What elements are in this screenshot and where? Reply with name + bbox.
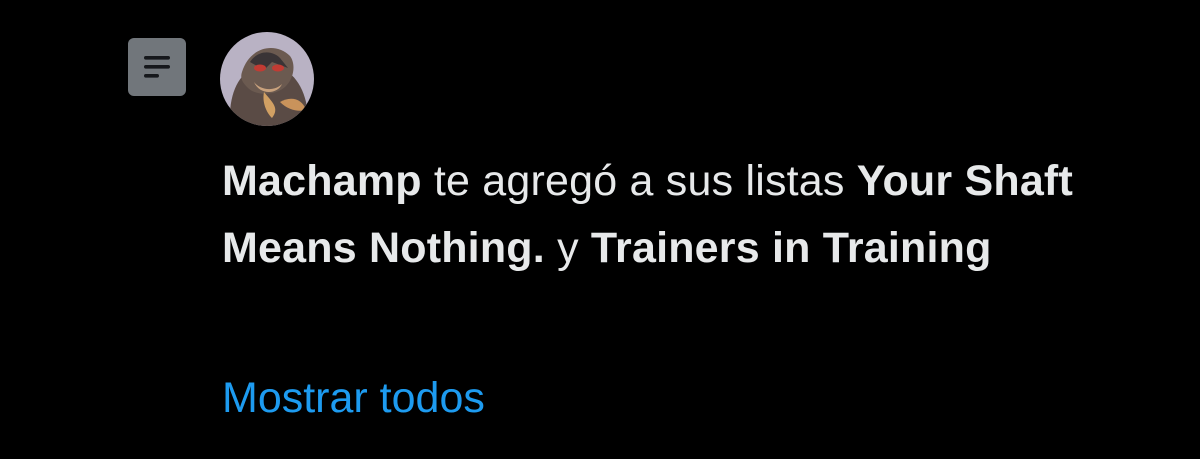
conjunction-text: y	[544, 224, 591, 272]
show-all-link[interactable]: Mostrar todos	[222, 365, 485, 432]
list-added-notification[interactable]: Machamp te agregó a sus listas Your Shaf…	[0, 0, 1200, 459]
avatar[interactable]	[220, 32, 314, 126]
actor-name[interactable]: Machamp	[222, 157, 422, 205]
list-icon	[128, 38, 186, 96]
list-name-2[interactable]: Trainers in Training	[591, 224, 992, 272]
action-text: te agregó a sus listas	[421, 157, 857, 205]
notification-text: Machamp te agregó a sus listas Your Shaf…	[222, 148, 1182, 282]
